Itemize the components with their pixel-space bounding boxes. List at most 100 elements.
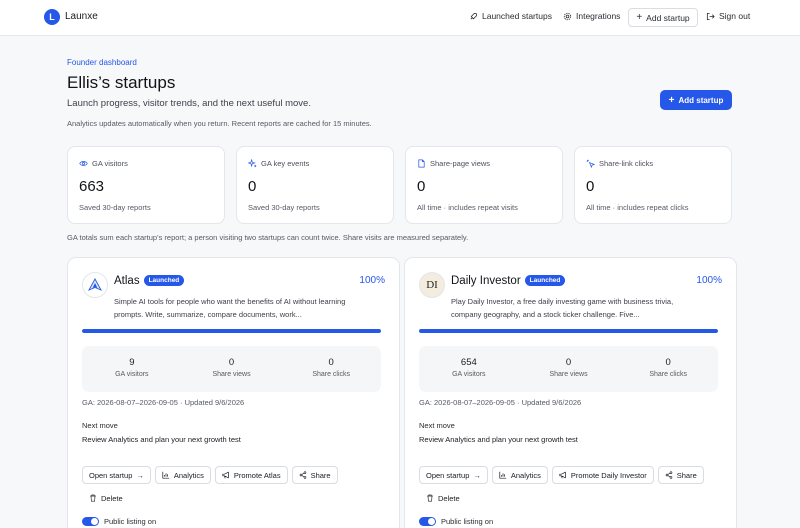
open-startup-label: Open startup	[426, 470, 470, 480]
stat-label: Share-link clicks	[599, 159, 654, 168]
startup-name[interactable]: Daily Investor	[451, 275, 521, 287]
share-icon	[665, 471, 673, 479]
metric-label: Share clicks	[649, 371, 688, 378]
public-listing-toggle-row: Public listing on	[419, 517, 493, 526]
eye-icon	[79, 161, 88, 166]
metric-ga-visitors: 654 GA visitors	[419, 346, 519, 392]
sign-out-icon	[706, 12, 715, 20]
progress-bar	[82, 329, 381, 333]
metric-value: 0	[565, 357, 572, 368]
metric-value: 0	[228, 357, 235, 368]
nav-launched-startups[interactable]: Launched startups	[469, 11, 552, 21]
metric-share-clicks: 0 Share clicks	[281, 346, 381, 392]
arrow-right-icon: →	[473, 470, 481, 480]
share-icon	[299, 471, 306, 479]
analytics-button[interactable]: Analytics	[154, 466, 211, 484]
stat-label: Share-page views	[430, 159, 491, 168]
delete-label: Delete	[438, 493, 460, 503]
plus-icon: +	[636, 12, 643, 23]
card-actions: Open startup → Analytics Promote Atlas Sh…	[82, 466, 387, 507]
share-label: Share	[310, 470, 331, 480]
stat-sub: Saved 30-day reports	[79, 203, 151, 212]
top-bar: L Launxe Launched startups Integrations …	[0, 0, 800, 36]
gear-icon	[563, 12, 572, 20]
analytics-label: Analytics	[173, 470, 204, 480]
launched-badge: Launched	[143, 275, 185, 286]
page-subtitle: Launch progress, visitor trends, and the…	[67, 98, 311, 109]
progress-bar-fill	[82, 329, 381, 333]
metric-value: 9	[129, 357, 135, 368]
public-listing-toggle-row: Public listing on	[82, 517, 156, 526]
next-move-text: Review Analytics and plan your next grow…	[419, 435, 578, 444]
progress-percent: 100%	[359, 275, 385, 286]
metric-share-views: 0 Share views	[519, 346, 619, 392]
stat-value: 0	[586, 178, 595, 195]
share-button[interactable]: Share	[657, 466, 704, 484]
nav-sign-out[interactable]: Sign out	[706, 11, 750, 21]
startup-name-row: Daily Investor Launched	[451, 275, 566, 287]
nav-sign-out-label: Sign out	[719, 11, 751, 21]
add-startup-label: Add startup	[678, 95, 724, 105]
open-startup-button[interactable]: Open startup →	[419, 466, 488, 484]
startup-card-atlas: Atlas Launched 100% Simple AI tools for p…	[67, 257, 400, 528]
metrics-panel: 654 GA visitors 0 Share views 0 Share click…	[419, 346, 718, 392]
delete-button[interactable]: Delete	[82, 489, 130, 507]
brand-name[interactable]: Launxe	[65, 11, 98, 22]
totals-disclaimer: GA totals sum each startup’s report; a p…	[67, 233, 469, 242]
stat-sub: All time · includes repeat clicks	[586, 203, 689, 212]
delete-label: Delete	[101, 493, 123, 503]
metric-label: Share views	[549, 371, 588, 378]
bar-chart-icon	[162, 471, 170, 479]
stat-card-ga-visitors: GA visitors 663 Saved 30-day reports	[67, 146, 225, 224]
stat-card-ga-key-events: GA key events 0 Saved 30-day reports	[236, 146, 394, 224]
stat-card-share-page-views: Share-page views 0 All time · includes r…	[405, 146, 563, 224]
add-startup-button[interactable]: + Add startup	[660, 90, 732, 110]
metric-value: 0	[328, 357, 334, 368]
public-listing-switch[interactable]	[82, 517, 99, 526]
next-move-label: Next move	[82, 421, 118, 430]
nav-add-label: Add startup	[646, 12, 690, 23]
eyebrow-label: Founder dashboard	[67, 58, 137, 67]
stat-value: 663	[79, 178, 105, 195]
brand-logo[interactable]: L	[44, 9, 60, 25]
delete-button[interactable]: Delete	[419, 489, 467, 507]
startup-name[interactable]: Atlas	[114, 275, 140, 287]
open-startup-label: Open startup	[89, 470, 133, 480]
stat-card-share-link-clicks: Share-link clicks 0 All time · includes …	[574, 146, 732, 224]
daily-investor-logo: DI	[419, 272, 445, 298]
rocket-icon	[470, 12, 478, 19]
analytics-button[interactable]: Analytics	[491, 466, 548, 484]
stat-sub: Saved 30-day reports	[248, 203, 320, 212]
promote-button[interactable]: Promote Atlas	[214, 466, 288, 484]
public-listing-label: Public listing on	[441, 517, 494, 526]
promote-button[interactable]: Promote Daily Investor	[551, 466, 654, 484]
public-listing-switch[interactable]	[419, 517, 436, 526]
startup-name-row: Atlas Launched	[114, 275, 185, 287]
nav-integrations-label: Integrations	[576, 11, 621, 21]
nav-integrations[interactable]: Integrations	[563, 11, 620, 21]
trash-icon	[90, 494, 96, 502]
stat-label: GA key events	[261, 159, 310, 168]
bar-chart-icon	[499, 471, 507, 479]
nav-launched-label: Launched startups	[482, 11, 552, 21]
megaphone-icon	[222, 471, 229, 479]
page-title: Ellis’s startups	[67, 73, 176, 92]
nav-add-startup-button[interactable]: + Add startup	[628, 8, 698, 27]
share-label: Share	[676, 470, 697, 480]
share-button[interactable]: Share	[291, 466, 338, 484]
cursor-click-icon	[586, 159, 595, 168]
open-startup-button[interactable]: Open startup →	[82, 466, 151, 484]
launched-badge: Launched	[524, 275, 566, 286]
public-listing-label: Public listing on	[104, 517, 157, 526]
startup-description: Play Daily Investor, a free daily invest…	[451, 297, 674, 319]
atlas-a-icon	[87, 278, 103, 291]
startup-description: Simple AI tools for people who want the …	[114, 297, 346, 319]
metric-value: 0	[665, 357, 671, 368]
metric-label: GA visitors	[452, 371, 486, 378]
progress-bar	[419, 329, 718, 333]
progress-percent: 100%	[696, 275, 722, 286]
stat-value: 0	[417, 178, 426, 195]
stat-label: GA visitors	[92, 159, 128, 168]
ga-date-range: GA: 2026-08-07–2026-09-05 · Updated 9/6/…	[419, 398, 582, 407]
stat-sub: All time · includes repeat visits	[417, 203, 518, 212]
